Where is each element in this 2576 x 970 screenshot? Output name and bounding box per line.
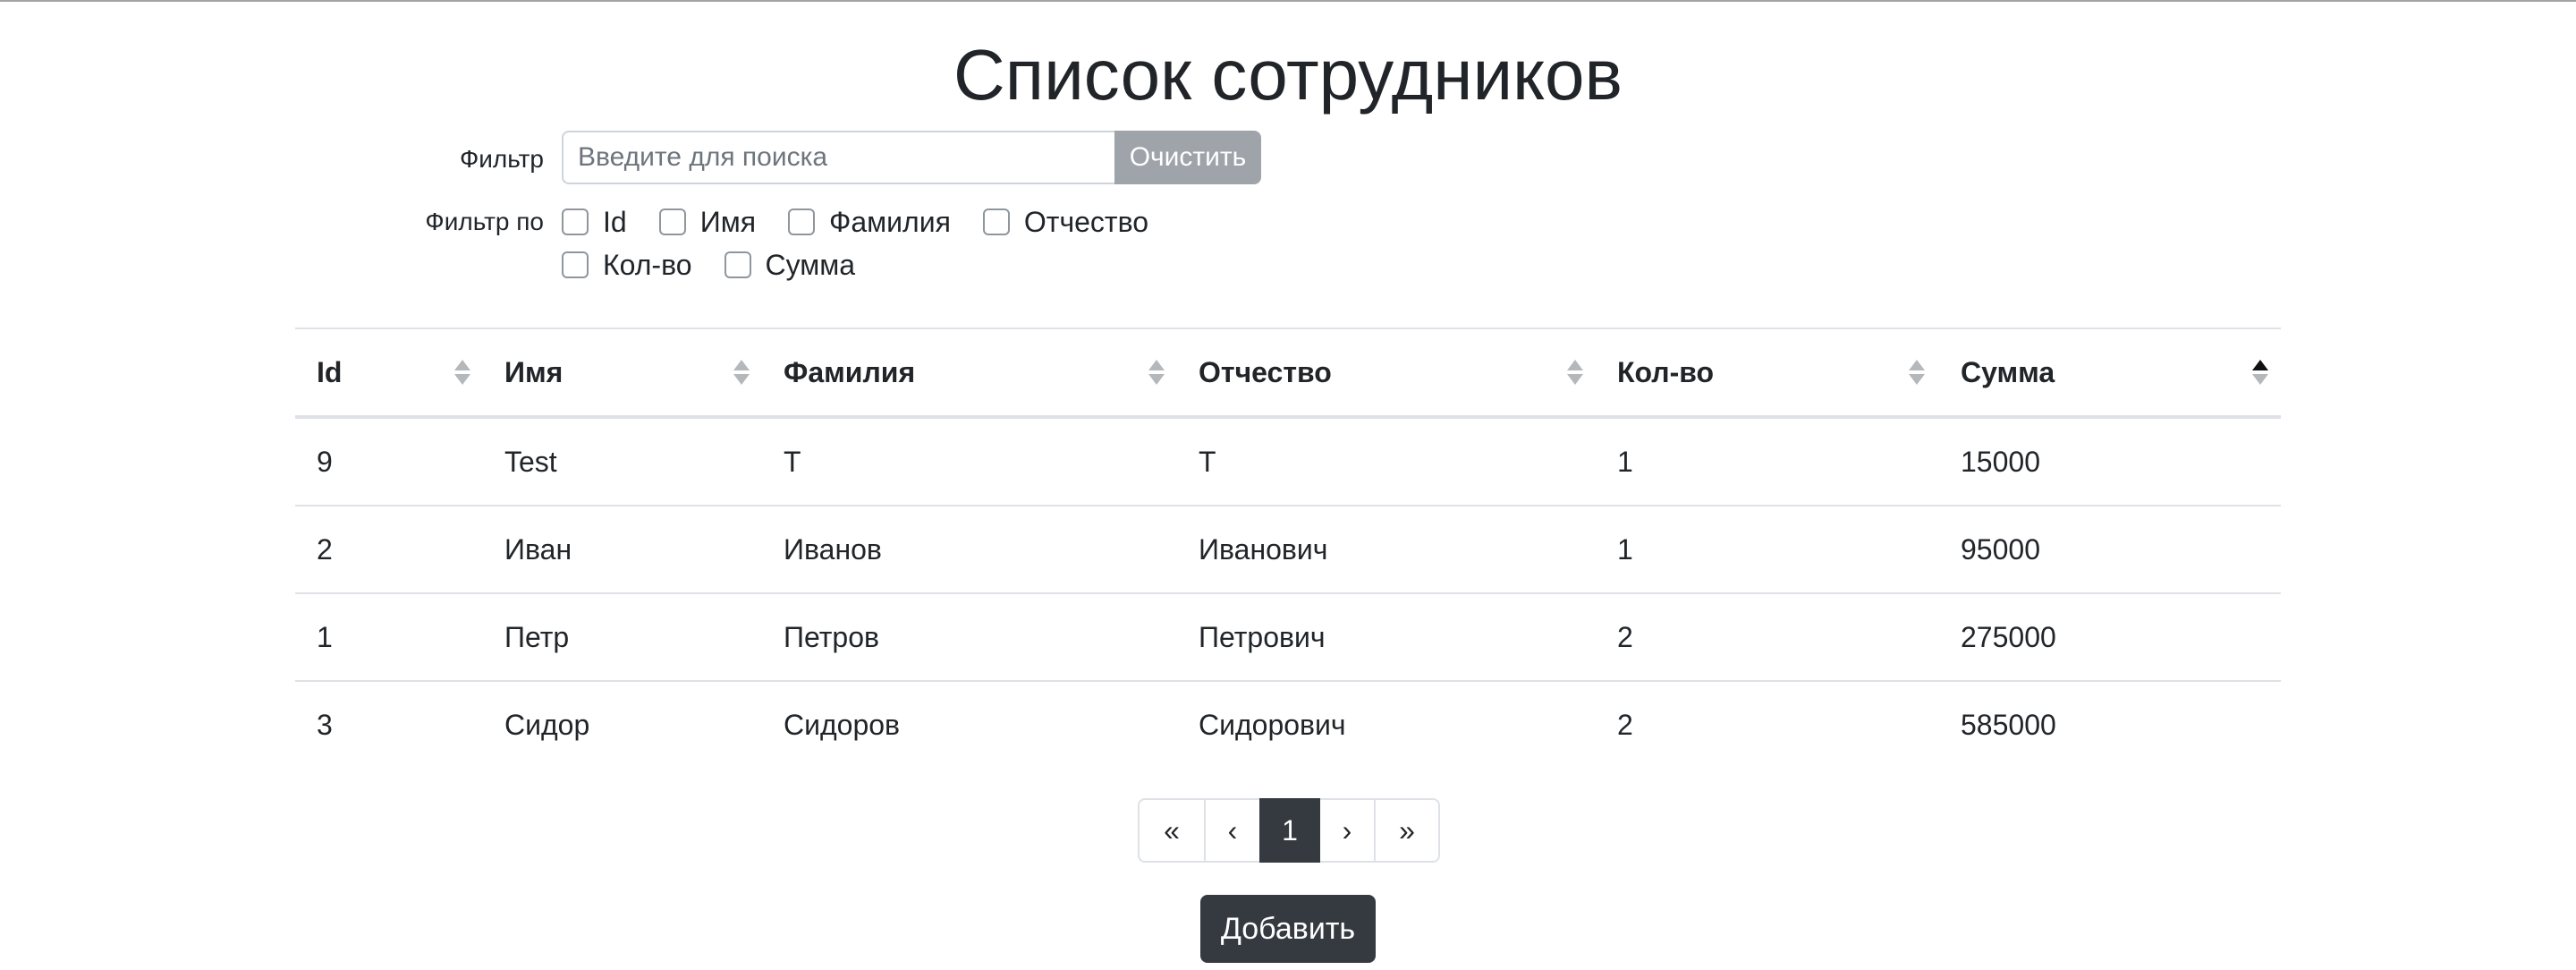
column-header-first-name[interactable]: Имя (504, 329, 563, 415)
filter-field-quantity[interactable]: Кол-во (562, 247, 692, 283)
checkbox-label: Фамилия (829, 206, 951, 238)
cell-sum: 15000 (1961, 446, 2040, 478)
column-header-sum[interactable]: Сумма (1961, 329, 2055, 415)
search-input[interactable] (562, 131, 1116, 184)
cell-quantity: 2 (1617, 621, 1633, 653)
table-header-row: Id Имя Фамилия Отчество Кол-во Сумма (295, 329, 2281, 419)
column-header-patronymic[interactable]: Отчество (1199, 329, 1332, 415)
checkbox-label: Сумма (765, 249, 856, 281)
top-border (0, 0, 2576, 2)
table-row: 3 Сидор Сидоров Сидорович 2 585000 (295, 682, 2281, 768)
cell-id: 3 (317, 709, 333, 741)
page-title: Список сотрудников (953, 35, 1623, 115)
filter-by-label: Фильтр по (425, 208, 544, 235)
column-header-last-name[interactable]: Фамилия (784, 329, 915, 415)
checkbox[interactable] (724, 251, 751, 278)
cell-patronymic: Сидорович (1199, 709, 1346, 741)
checkbox[interactable] (788, 208, 816, 235)
filter-fields-row-1: Id Имя Фамилия Отчество (562, 204, 1181, 240)
column-header-quantity[interactable]: Кол-во (1617, 329, 1714, 415)
page-next-button[interactable]: › (1318, 798, 1376, 863)
add-button[interactable]: Добавить (1200, 895, 1376, 963)
cell-patronymic: Петрович (1199, 621, 1326, 653)
table-row: 2 Иван Иванов Иванович 1 95000 (295, 506, 2281, 594)
cell-first-name: Иван (504, 533, 572, 566)
checkbox-label: Имя (699, 206, 757, 238)
checkbox[interactable] (562, 251, 589, 278)
page-prev-button[interactable]: ‹ (1204, 798, 1261, 863)
checkbox[interactable] (562, 208, 589, 235)
filter-label: Фильтр (459, 145, 544, 173)
cell-sum: 95000 (1961, 533, 2040, 566)
checkbox[interactable] (658, 208, 686, 235)
checkbox-label: Кол-во (603, 249, 692, 281)
filter-field-last-name[interactable]: Фамилия (788, 204, 951, 240)
cell-last-name: Т (784, 446, 801, 478)
employees-table: Id Имя Фамилия Отчество Кол-во Сумма 9 T… (295, 328, 2281, 768)
checkbox[interactable] (982, 208, 1010, 235)
sort-icon[interactable] (733, 360, 750, 387)
page-last-button[interactable]: » (1374, 798, 1440, 863)
page-current-button[interactable]: 1 (1259, 798, 1320, 863)
filter-field-first-name[interactable]: Имя (658, 204, 757, 240)
filter-field-id[interactable]: Id (562, 204, 627, 240)
checkbox-label: Отчество (1023, 206, 1148, 238)
cell-quantity: 2 (1617, 709, 1633, 741)
sort-icon[interactable] (1909, 360, 1925, 387)
cell-id: 9 (317, 446, 333, 478)
cell-sum: 275000 (1961, 621, 2056, 653)
sort-icon[interactable] (1148, 360, 1165, 387)
cell-quantity: 1 (1617, 446, 1633, 478)
clear-button[interactable]: Очистить (1114, 131, 1261, 184)
cell-id: 2 (317, 533, 333, 566)
cell-last-name: Сидоров (784, 709, 901, 741)
filter-fields-row-2: Кол-во Сумма (562, 247, 887, 283)
cell-patronymic: Т (1199, 446, 1216, 478)
filter-field-sum[interactable]: Сумма (724, 247, 856, 283)
cell-first-name: Петр (504, 621, 570, 653)
sort-icon[interactable] (454, 360, 470, 387)
cell-first-name: Сидор (504, 709, 590, 741)
table-row: 9 Test Т Т 1 15000 (295, 419, 2281, 506)
column-header-id[interactable]: Id (317, 329, 342, 415)
cell-last-name: Иванов (784, 533, 882, 566)
cell-patronymic: Иванович (1199, 533, 1328, 566)
cell-quantity: 1 (1617, 533, 1633, 566)
cell-last-name: Петров (784, 621, 879, 653)
sort-ascending-icon[interactable] (2252, 360, 2268, 387)
table-row: 1 Петр Петров Петрович 2 275000 (295, 594, 2281, 682)
filter-field-patronymic[interactable]: Отчество (982, 204, 1148, 240)
checkbox-label: Id (603, 206, 627, 238)
cell-id: 1 (317, 621, 333, 653)
cell-sum: 585000 (1961, 709, 2056, 741)
sort-icon[interactable] (1567, 360, 1583, 387)
cell-first-name: Test (504, 446, 557, 478)
page-first-button[interactable]: « (1138, 798, 1206, 863)
pagination: « ‹ 1 › » (1138, 798, 1440, 863)
